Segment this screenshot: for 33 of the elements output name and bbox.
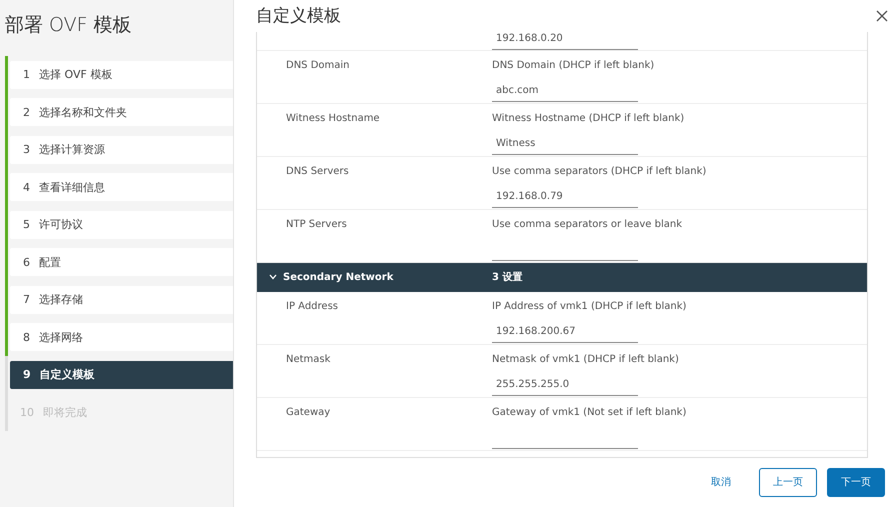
back-button[interactable]: 上一页	[759, 468, 817, 497]
cancel-button[interactable]: 取消	[705, 468, 737, 497]
field-label: IP Address	[286, 300, 338, 312]
field-description: Gateway of vmk1 (Not set if left blank)	[492, 406, 686, 418]
settings-count: 3 设置	[492, 270, 522, 284]
field-description: IP Address of vmk1 (DHCP if left blank)	[492, 300, 686, 312]
section-title: Secondary Network	[283, 272, 394, 283]
step-item[interactable]: 1 选择 OVF 模板	[10, 60, 233, 89]
wizard-title: 部署 OVF 模板	[5, 13, 133, 38]
field-label: Netmask	[286, 354, 330, 365]
step-item[interactable]: 3 选择计算资源	[10, 136, 233, 164]
field-label: Gateway	[286, 406, 330, 418]
step-item[interactable]: 9 自定义模板	[10, 360, 233, 389]
step-item[interactable]: 7 选择存储	[10, 286, 233, 314]
field-description: Use comma separators or leave blank	[492, 218, 682, 230]
field-label: Witness Hostname	[286, 112, 380, 124]
field-description: Use comma separators (DHCP if left blank)	[492, 166, 706, 177]
step-item[interactable]: 2 选择名称和文件夹	[10, 98, 233, 126]
field-label: DNS Domain	[286, 60, 350, 71]
field-description: Netmask of vmk1 (DHCP if left blank)	[492, 354, 679, 365]
step-item[interactable]: 8 选择网络	[10, 323, 233, 352]
field-description: DNS Domain (DHCP if left blank)	[492, 60, 654, 71]
input-field[interactable]: 192.168.0.20	[492, 32, 638, 50]
next-button[interactable]: 下一页	[827, 468, 885, 497]
page-title: 自定义模板	[256, 5, 341, 28]
field-label: DNS Servers	[286, 166, 349, 177]
section-header[interactable]: Secondary Network 3 设置	[257, 262, 867, 292]
step-item[interactable]: 6 配置	[10, 248, 233, 276]
field-description: Witness Hostname (DHCP if left blank)	[492, 112, 684, 124]
close-icon[interactable]	[876, 10, 888, 22]
field-label: NTP Servers	[286, 218, 347, 230]
step-item[interactable]: 5 许可协议	[10, 210, 233, 239]
step-item[interactable]: 4 查看详细信息	[10, 173, 233, 202]
